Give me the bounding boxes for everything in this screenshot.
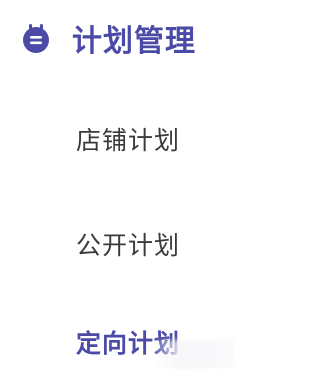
- plan-management-header[interactable]: 计划管理: [20, 18, 196, 59]
- blurred-overlay: [150, 340, 235, 369]
- menu-item-store-plan[interactable]: 店铺计划: [76, 121, 180, 157]
- calendar-icon: [20, 22, 52, 54]
- plan-management-title: 计划管理: [72, 24, 196, 59]
- menu-item-public-plan[interactable]: 公开计划: [76, 226, 180, 262]
